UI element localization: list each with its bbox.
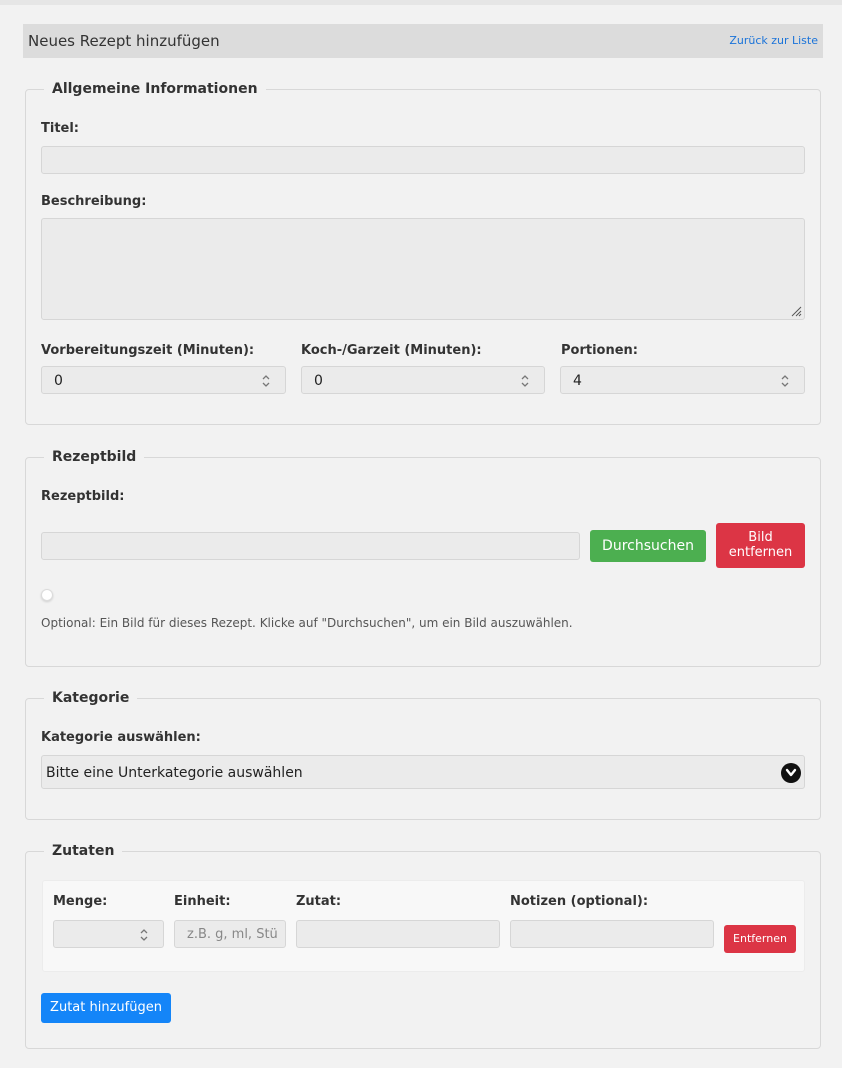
add-ingredient-button[interactable]: Zutat hinzufügen	[41, 993, 171, 1023]
general-info-legend: Allgemeine Informationen	[44, 81, 266, 97]
category-section: Kategorie Kategorie auswählen: Bitte ein…	[25, 690, 821, 820]
cook-time-label: Koch-/Garzeit (Minuten):	[301, 343, 482, 358]
title-input[interactable]	[41, 146, 805, 174]
image-hint: Optional: Ein Bild für dieses Rezept. Kl…	[41, 616, 573, 630]
remove-image-button[interactable]: Bild entfernen	[716, 523, 805, 568]
category-legend: Kategorie	[44, 690, 138, 706]
top-strip	[0, 0, 842, 5]
ingredient-header: Zutat:	[296, 894, 342, 909]
category-label: Kategorie auswählen:	[41, 730, 201, 745]
spinner-icon[interactable]	[520, 374, 530, 388]
back-to-list-link[interactable]: Zurück zur Liste	[729, 34, 818, 47]
ingredient-input[interactable]	[296, 920, 500, 948]
ingredients-section: Zutaten Menge: Einheit: Zutat: Notizen (…	[25, 843, 821, 1049]
amount-header: Menge:	[53, 894, 108, 909]
recipe-image-section: Rezeptbild Rezeptbild: Durchsuchen Bild …	[25, 449, 821, 667]
unit-header: Einheit:	[174, 894, 231, 909]
general-info-section: Allgemeine Informationen Titel: Beschrei…	[25, 81, 821, 425]
prep-time-input[interactable]: 0	[41, 366, 286, 394]
description-textarea[interactable]	[41, 218, 805, 320]
ingredient-row: Menge: Einheit: Zutat: Notizen (optional…	[42, 880, 805, 972]
recipe-image-legend: Rezeptbild	[44, 449, 145, 465]
image-path-input[interactable]	[41, 532, 580, 560]
page-title: Neues Rezept hinzufügen	[28, 32, 220, 50]
remove-image-label-line2: entfernen	[728, 545, 793, 560]
remove-image-label-line1: Bild	[748, 530, 773, 545]
title-label: Titel:	[41, 121, 80, 136]
chevron-down-icon	[781, 763, 801, 783]
spinner-icon[interactable]	[780, 374, 790, 388]
spinner-icon[interactable]	[139, 928, 149, 942]
recipe-image-label: Rezeptbild:	[41, 489, 125, 504]
notes-header: Notizen (optional):	[510, 894, 649, 909]
ingredients-legend: Zutaten	[44, 843, 123, 859]
description-label: Beschreibung:	[41, 194, 147, 209]
image-preview-toggle[interactable]	[41, 589, 53, 601]
servings-label: Portionen:	[561, 343, 638, 358]
browse-button[interactable]: Durchsuchen	[590, 530, 706, 562]
category-select[interactable]: Bitte eine Unterkategorie auswählen	[41, 755, 805, 789]
amount-input[interactable]	[53, 920, 164, 948]
unit-input[interactable]: z.B. g, ml, Stü	[174, 920, 286, 948]
notes-input[interactable]	[510, 920, 714, 948]
page-header: Neues Rezept hinzufügen Zurück zur Liste	[23, 24, 823, 58]
resize-handle-icon[interactable]	[790, 305, 802, 317]
prep-time-label: Vorbereitungszeit (Minuten):	[41, 343, 255, 358]
servings-input[interactable]: 4	[560, 366, 805, 394]
cook-time-input[interactable]: 0	[301, 366, 545, 394]
remove-ingredient-button[interactable]: Entfernen	[724, 925, 796, 953]
spinner-icon[interactable]	[261, 374, 271, 388]
